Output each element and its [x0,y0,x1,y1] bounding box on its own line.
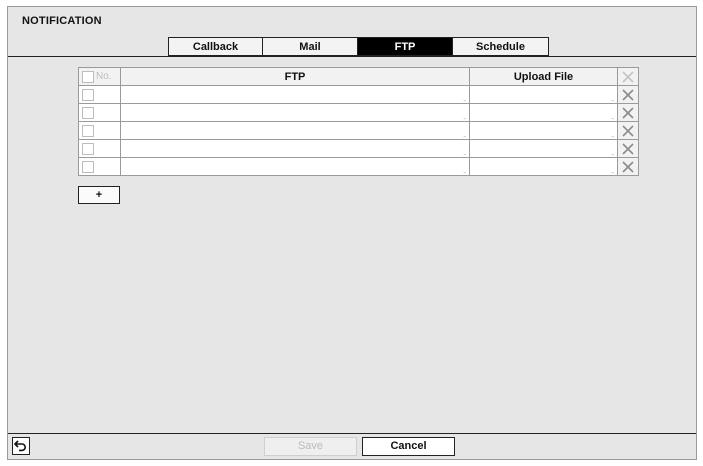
ftp-field[interactable]: ˍ [120,157,470,176]
row-select-cell [78,103,121,122]
table-row: ˍ ˍ [78,139,639,158]
tab-mail[interactable]: Mail [263,37,358,56]
x-icon [622,106,634,119]
tab-ftp[interactable]: FTP [358,37,453,56]
table-row: ˍ ˍ [78,103,639,122]
save-button[interactable]: Save [264,437,357,456]
header-ftp: FTP [120,67,470,86]
ftp-panel: No. FTP Upload File ˍ ˍ ˍ ˍ ˍ ˍ ˍ ˍ ˍ ˍ … [8,56,696,434]
row-checkbox[interactable] [82,88,94,101]
tab-bar: Callback Mail FTP Schedule [168,37,549,56]
upload-file-field[interactable]: ˍ [469,85,618,104]
row-delete-button[interactable] [617,103,639,122]
field-corner-mark: ˍ [611,129,614,138]
field-corner-mark: ˍ [611,165,614,174]
x-icon [622,124,634,137]
row-checkbox[interactable] [82,142,94,155]
field-corner-mark: ˍ [611,111,614,120]
row-select-cell [78,157,121,176]
page-title: NOTIFICATION [22,15,102,27]
x-icon [622,142,634,155]
table-header-row: No. FTP Upload File [78,67,639,86]
row-delete-button[interactable] [617,157,639,176]
row-delete-button[interactable] [617,139,639,158]
select-all-checkbox[interactable] [82,70,94,83]
field-corner-mark: ˍ [463,129,466,138]
row-delete-button[interactable] [617,121,639,140]
row-delete-button[interactable] [617,85,639,104]
upload-file-field[interactable]: ˍ [469,157,618,176]
delete-all-x-icon [622,70,634,83]
table-row: ˍ ˍ [78,121,639,140]
upload-file-field[interactable]: ˍ [469,121,618,140]
ftp-field[interactable]: ˍ [120,85,470,104]
row-select-cell [78,85,121,104]
table-row: ˍ ˍ [78,85,639,104]
row-checkbox[interactable] [82,124,94,137]
header-no-label: No. [96,71,112,83]
field-corner-mark: ˍ [611,93,614,102]
back-button[interactable] [12,437,30,455]
header-upload-file: Upload File [469,67,618,86]
x-icon [622,88,634,101]
header-no: No. [78,67,121,86]
add-ftp-button[interactable]: + [78,186,120,204]
upload-file-field[interactable]: ˍ [469,103,618,122]
field-corner-mark: ˍ [463,111,466,120]
table-row: ˍ ˍ [78,157,639,176]
tab-schedule[interactable]: Schedule [453,37,549,56]
x-icon [622,160,634,173]
field-corner-mark: ˍ [611,147,614,156]
row-select-cell [78,121,121,140]
row-select-cell [78,139,121,158]
tab-callback[interactable]: Callback [168,37,263,56]
ftp-field[interactable]: ˍ [120,139,470,158]
cancel-button[interactable]: Cancel [362,437,455,456]
back-arrow-icon [14,440,26,452]
field-corner-mark: ˍ [463,165,466,174]
ftp-field[interactable]: ˍ [120,103,470,122]
notification-window: NOTIFICATION Callback Mail FTP Schedule … [7,6,697,460]
header-delete [617,67,639,86]
row-checkbox[interactable] [82,160,94,173]
field-corner-mark: ˍ [463,147,466,156]
field-corner-mark: ˍ [463,93,466,102]
ftp-table: No. FTP Upload File ˍ ˍ ˍ ˍ ˍ ˍ ˍ ˍ ˍ ˍ [78,67,639,176]
ftp-field[interactable]: ˍ [120,121,470,140]
upload-file-field[interactable]: ˍ [469,139,618,158]
row-checkbox[interactable] [82,106,94,119]
